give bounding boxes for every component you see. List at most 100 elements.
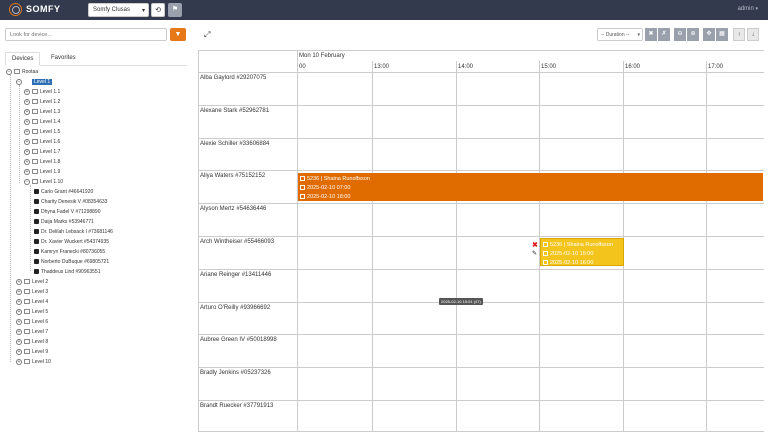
tag-button[interactable]: ⚑ — [168, 3, 182, 17]
tree-folder-item[interactable]: − Level 1 — [16, 77, 53, 87]
expand-icon[interactable]: + — [24, 108, 30, 115]
tree-folder-item[interactable]: + Level 8 — [16, 337, 48, 347]
tab-favorites[interactable]: Favorites — [45, 52, 82, 66]
expand-icon[interactable]: + — [24, 158, 30, 165]
expand-icon[interactable]: + — [24, 88, 30, 95]
edit-event-icon[interactable]: ✎ — [532, 250, 537, 257]
device-icon — [34, 239, 39, 245]
resource-row[interactable] — [199, 400, 764, 433]
tree-device-item[interactable]: Norberto DuBuque #69805721 — [34, 257, 109, 267]
resource-row[interactable] — [199, 367, 764, 400]
resource-label: Alexie Schiller #33606884 — [200, 140, 270, 147]
tree-folder-item[interactable]: + Level 6 — [16, 317, 48, 327]
tab-devices[interactable]: Devices — [5, 52, 41, 66]
tree-folder-item[interactable]: + Level 7 — [16, 327, 48, 337]
resource-row[interactable] — [199, 72, 764, 105]
expand-icon[interactable]: + — [16, 298, 22, 305]
tree-folder-item[interactable]: + Level 10 — [16, 357, 51, 367]
download-icon[interactable]: ↓ — [747, 28, 759, 41]
tree-folder-item[interactable]: + Level 1.5 — [24, 127, 60, 137]
event-block[interactable]: 5236 | Shaina Runolfsson 2025-02-10 15:0… — [540, 238, 624, 266]
collapse-icon[interactable]: − — [16, 78, 22, 85]
tree-folder-item[interactable]: + Level 1.6 — [24, 137, 60, 147]
tree-folder-item[interactable]: + Level 1.4 — [24, 117, 60, 127]
duration-select[interactable]: -- Duration -- ▾ — [597, 28, 643, 41]
collapse-icon[interactable]: − — [6, 68, 12, 75]
hour-label: 00 — [299, 64, 306, 70]
delete-event-icon[interactable]: ✖ — [532, 241, 538, 249]
device-search-input[interactable] — [5, 28, 167, 41]
expand-icon[interactable]: + — [16, 278, 22, 285]
expand-icon[interactable]: + — [16, 308, 22, 315]
expand-icon[interactable]: + — [24, 148, 30, 155]
chevron-down-icon: ▾ — [141, 8, 145, 14]
tree-folder-item[interactable]: + Level 1.2 — [24, 97, 60, 107]
sidebar-tabs: Devices Favorites — [5, 52, 187, 66]
folder-icon — [14, 69, 20, 75]
site-select[interactable]: Somfy Clusas ▾ — [88, 3, 149, 17]
hour-label: 17:00 — [708, 64, 724, 70]
grid-icon[interactable]: ▦ — [716, 28, 728, 41]
zoom-out-icon[interactable]: ⊖ — [674, 28, 686, 41]
tree-folder-item[interactable]: + Level 1.7 — [24, 147, 60, 157]
tree-device-item[interactable]: Carlo Grant #46641920 — [34, 187, 93, 197]
expand-icon[interactable]: + — [16, 338, 22, 345]
expand-icon[interactable]: + — [24, 118, 30, 125]
tree-folder-item[interactable]: + Level 4 — [16, 297, 48, 307]
tree-folder-item[interactable]: + Level 9 — [16, 347, 48, 357]
tree-folder-item[interactable]: + Level 5 — [16, 307, 48, 317]
zoom-in-icon[interactable]: ⊕ — [687, 28, 699, 41]
folder-icon — [32, 149, 38, 155]
tree-device-item[interactable]: Kamryn Franecki #80736055 — [34, 247, 105, 257]
tree-folder-item[interactable]: + Level 1.1 — [24, 87, 60, 97]
tree-device-item[interactable]: Dr. Xavier Wuckert #54374935 — [34, 237, 109, 247]
resource-row[interactable] — [199, 104, 764, 138]
tree-device-item[interactable]: Dr. Delilah Lebsack I #73681146 — [34, 227, 113, 237]
tree-folder-item[interactable]: + Level 3 — [16, 287, 48, 297]
phone-icon — [300, 176, 305, 182]
resource-label: Aubree Green IV #50018998 — [200, 337, 277, 344]
clear-icon[interactable]: ✖ — [645, 28, 657, 41]
tree-device-item[interactable]: Thaddeus Lind #90963551 — [34, 267, 101, 277]
tree-device-item[interactable]: Charity Denesik V #08354633 — [34, 197, 107, 207]
resource-label: Arch Wintheiser #55466093 — [200, 239, 275, 245]
expand-icon[interactable]: + — [16, 358, 22, 365]
tree-folder-item[interactable]: + Level 1.9 — [24, 167, 60, 177]
filter-button[interactable]: ▼ — [170, 28, 186, 41]
expand-icon[interactable]: + — [24, 138, 30, 145]
resource-row[interactable] — [199, 334, 764, 367]
folder-icon — [32, 99, 38, 105]
device-icon — [34, 249, 39, 255]
expand-icon[interactable]: ⤢ — [204, 30, 210, 40]
resource-row[interactable] — [199, 236, 764, 269]
user-menu[interactable]: admin ▾ — [737, 6, 758, 12]
expand-icon[interactable]: + — [16, 328, 22, 335]
tree-device-item[interactable]: Daija Marks #53946771 — [34, 217, 94, 227]
tree-folder-item[interactable]: + Level 1.3 — [24, 107, 60, 117]
tree-folder-item[interactable]: + Level 1.8 — [24, 157, 60, 167]
tree-device-item[interactable]: Dhyna Fadel V #71298890 — [34, 207, 101, 217]
folder-icon — [24, 79, 30, 85]
resource-row[interactable] — [199, 301, 764, 335]
folder-icon — [32, 119, 38, 125]
resource-row[interactable] — [199, 268, 764, 302]
cut-icon[interactable]: ✗ — [658, 28, 670, 41]
tree-folder-item[interactable]: − Rootaa — [6, 67, 38, 77]
export-icon[interactable]: ↑ — [733, 28, 745, 41]
refresh-button[interactable]: ⟲ — [151, 3, 165, 17]
expand-icon[interactable]: + — [16, 288, 22, 295]
tree-folder-item[interactable]: − Level 1.10 — [24, 177, 63, 187]
move-icon[interactable]: ✥ — [703, 28, 715, 41]
resource-row[interactable] — [199, 137, 764, 171]
expand-icon[interactable]: + — [24, 128, 30, 135]
resource-row[interactable] — [199, 203, 764, 236]
expand-icon[interactable]: + — [24, 98, 30, 105]
expand-icon[interactable]: + — [24, 168, 30, 175]
expand-icon[interactable]: + — [16, 318, 22, 325]
event-block[interactable]: 5236 | Shaina Runolfsson 2025-02-10 07:0… — [298, 173, 763, 201]
collapse-icon[interactable]: − — [24, 178, 30, 185]
tree-folder-item[interactable]: + Level 2 — [16, 277, 48, 287]
expand-icon[interactable]: + — [16, 348, 22, 355]
device-icon — [34, 229, 39, 235]
date-header: Mon 10 February — [299, 53, 345, 59]
